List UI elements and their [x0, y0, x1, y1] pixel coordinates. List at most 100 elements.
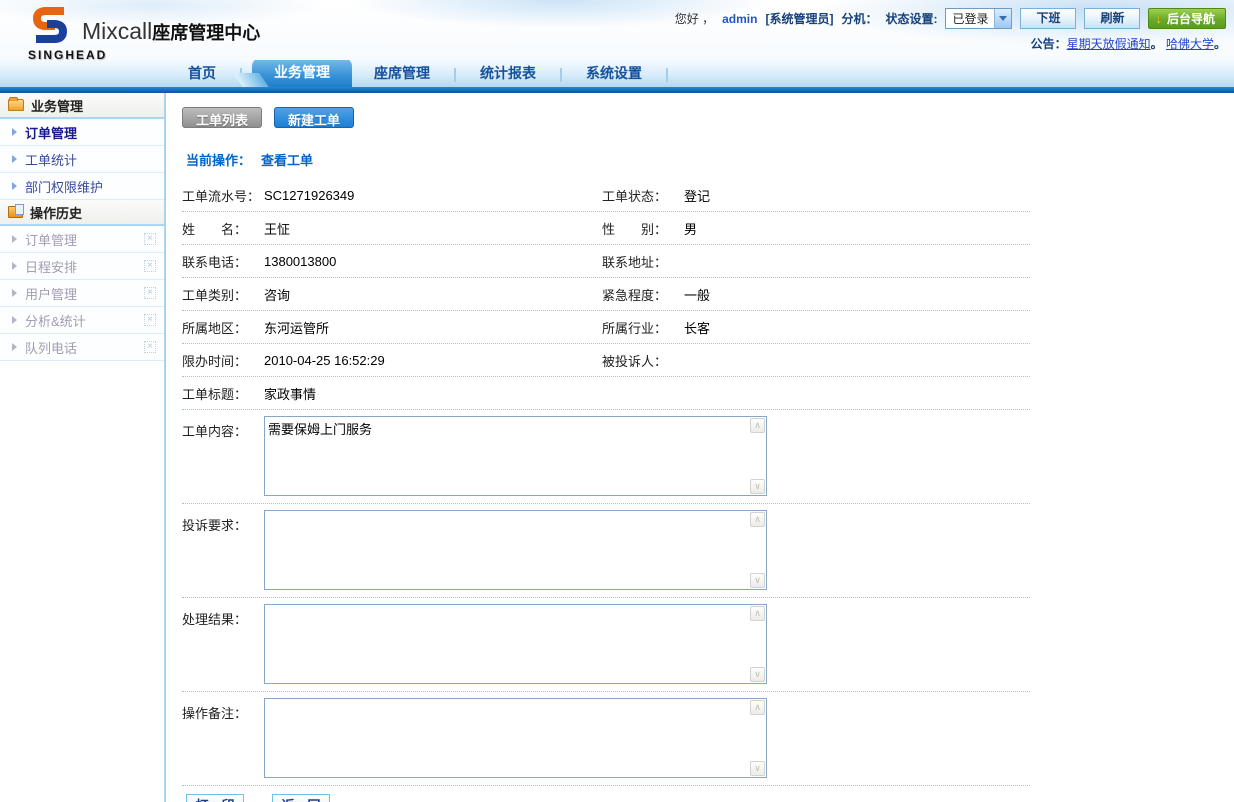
field-label-serial: 工单流水号： [182, 186, 264, 205]
field-value-name: 王怔 [264, 219, 290, 238]
history-item-schedule[interactable]: 日程安排 × [0, 253, 164, 280]
backstage-nav-button[interactable]: ↓ 后台导航 [1148, 8, 1226, 29]
main-navbar: 首页 业务管理 座席管理 统计报表 系统设置 [0, 60, 1234, 87]
arrow-right-icon [12, 262, 17, 270]
down-arrow-icon: ↓ [1155, 11, 1162, 26]
field-value-deadline: 2010-04-25 16:52:29 [264, 353, 385, 368]
history-item-label: 分析&统计 [25, 311, 144, 330]
scroll-down-icon[interactable]: ∨ [750, 479, 765, 494]
print-button[interactable]: 打 印 [186, 794, 244, 802]
scroll-down-icon[interactable]: ∨ [750, 573, 765, 588]
field-label-status: 工单状态： [602, 186, 684, 205]
sidebar-section-title: 业务管理 [31, 96, 83, 115]
status-dropdown-value: 已登录 [946, 10, 994, 27]
ticket-form: 工单流水号： SC1271926349 工单状态： 登记 姓 名： 王怔 性 别… [182, 179, 1030, 802]
new-ticket-button[interactable]: 新建工单 [274, 107, 354, 128]
field-value-industry: 长客 [684, 318, 710, 337]
notice-bar: 公告：星期天放假通知。 哈佛大学。 [675, 35, 1226, 52]
form-row-operation-note: 操作备注： ∧ ∨ [182, 692, 1030, 786]
notice-dot: 。 [1151, 37, 1163, 51]
form-row-content: 工单内容： 需要保姆上门服务 ∧ ∨ [182, 410, 1030, 504]
field-label-complaint-request: 投诉要求： [182, 510, 264, 534]
field-value-urgency: 一般 [684, 285, 710, 304]
scroll-up-icon[interactable]: ∧ [750, 606, 765, 621]
sidebar-item-label: 工单统计 [25, 150, 77, 169]
ticket-list-button[interactable]: 工单列表 [182, 107, 262, 128]
arrow-right-icon [12, 289, 17, 297]
notice-link-harvard[interactable]: 哈佛大学 [1166, 37, 1214, 51]
field-label-gender: 性 别： [602, 219, 684, 238]
back-button[interactable]: 返 回 [272, 794, 330, 802]
scroll-up-icon[interactable]: ∧ [750, 700, 765, 715]
notice-link-holiday[interactable]: 星期天放假通知 [1067, 37, 1151, 51]
user-status-bar: 您好 ， admin [系统管理员] 分机： 状态设置: 已登录 下班 刷新 ↓… [675, 8, 1226, 29]
field-value-status: 登记 [684, 186, 710, 205]
sidebar-section-business: 业务管理 [0, 93, 164, 119]
scroll-up-icon[interactable]: ∧ [750, 418, 765, 433]
app-title-suffix: 座席管理中心 [152, 23, 260, 43]
form-row-title: 工单标题： 家政事情 [182, 377, 1030, 410]
tab-system-settings[interactable]: 系统设置 [568, 59, 660, 87]
sidebar-item-department-permission[interactable]: 部门权限维护 [0, 173, 164, 200]
operation-note-textarea[interactable]: ∧ ∨ [264, 698, 767, 778]
field-label-handle-result: 处理结果： [182, 604, 264, 628]
close-icon[interactable]: × [144, 314, 156, 326]
arrow-right-icon [12, 343, 17, 351]
arrow-right-icon [12, 182, 17, 190]
field-value-gender: 男 [684, 219, 697, 238]
sidebar-item-order-management[interactable]: 订单管理 [0, 119, 164, 146]
close-icon[interactable]: × [144, 260, 156, 272]
status-dropdown[interactable]: 已登录 [945, 8, 1012, 29]
notice-label: 公告： [1031, 37, 1067, 51]
field-value-category: 咨询 [264, 285, 290, 304]
tab-home[interactable]: 首页 [170, 59, 234, 87]
refresh-button[interactable]: 刷新 [1084, 8, 1140, 29]
sidebar-item-ticket-statistics[interactable]: 工单统计 [0, 146, 164, 173]
history-item-label: 用户管理 [25, 284, 144, 303]
field-label-industry: 所属行业： [602, 318, 684, 337]
tab-statistics-report[interactable]: 统计报表 [462, 59, 554, 87]
arrow-right-icon [12, 316, 17, 324]
close-icon[interactable]: × [144, 287, 156, 299]
form-row-deadline-complained: 限办时间： 2010-04-25 16:52:29 被投诉人： [182, 344, 1030, 377]
history-item-label: 订单管理 [25, 230, 144, 249]
form-row-category-urgency: 工单类别： 咨询 紧急程度： 一般 [182, 278, 1030, 311]
close-icon[interactable]: × [144, 341, 156, 353]
off-duty-button[interactable]: 下班 [1020, 8, 1076, 29]
field-label-content: 工单内容： [182, 416, 264, 440]
current-operation-label: 当前操作： [186, 153, 251, 168]
form-actions: 打 印 返 回 [182, 786, 1030, 802]
scroll-down-icon[interactable]: ∨ [750, 761, 765, 776]
user-role: [系统管理员] [765, 10, 833, 27]
history-item-queue-calls[interactable]: 队列电话 × [0, 334, 164, 361]
tab-seat-management[interactable]: 座席管理 [356, 59, 448, 87]
folder-icon [8, 99, 24, 111]
logo: SINGHEAD [28, 4, 72, 46]
complaint-request-textarea[interactable]: ∧ ∨ [264, 510, 767, 590]
field-value-serial: SC1271926349 [264, 188, 354, 203]
field-value-region: 东河运管所 [264, 318, 329, 337]
greeting-text: 您好 ， [675, 10, 714, 27]
tab-business-management[interactable]: 业务管理 [252, 57, 352, 87]
field-label-urgency: 紧急程度： [602, 285, 684, 304]
close-icon[interactable]: × [144, 233, 156, 245]
field-label-name: 姓 名： [182, 219, 264, 238]
nav-separator [560, 68, 562, 82]
history-item-label: 队列电话 [25, 338, 144, 357]
backstage-nav-label: 后台导航 [1167, 10, 1215, 27]
form-row-complaint-request: 投诉要求： ∧ ∨ [182, 504, 1030, 598]
scroll-down-icon[interactable]: ∨ [750, 667, 765, 682]
extension-label: 分机： [841, 10, 877, 27]
username: admin [722, 12, 757, 26]
form-row-phone-address: 联系电话： 1380013800 联系地址： [182, 245, 1030, 278]
chevron-down-icon[interactable] [994, 9, 1011, 28]
ticket-content-textarea[interactable]: 需要保姆上门服务 ∧ ∨ [264, 416, 767, 496]
history-item-user-management[interactable]: 用户管理 × [0, 280, 164, 307]
sidebar-section-title: 操作历史 [30, 203, 82, 222]
singhead-logo-icon [28, 4, 72, 46]
history-item-analysis-statistics[interactable]: 分析&统计 × [0, 307, 164, 334]
scroll-up-icon[interactable]: ∧ [750, 512, 765, 527]
handle-result-textarea[interactable]: ∧ ∨ [264, 604, 767, 684]
brand-name: SINGHEAD [28, 48, 107, 62]
history-item-order-management[interactable]: 订单管理 × [0, 226, 164, 253]
